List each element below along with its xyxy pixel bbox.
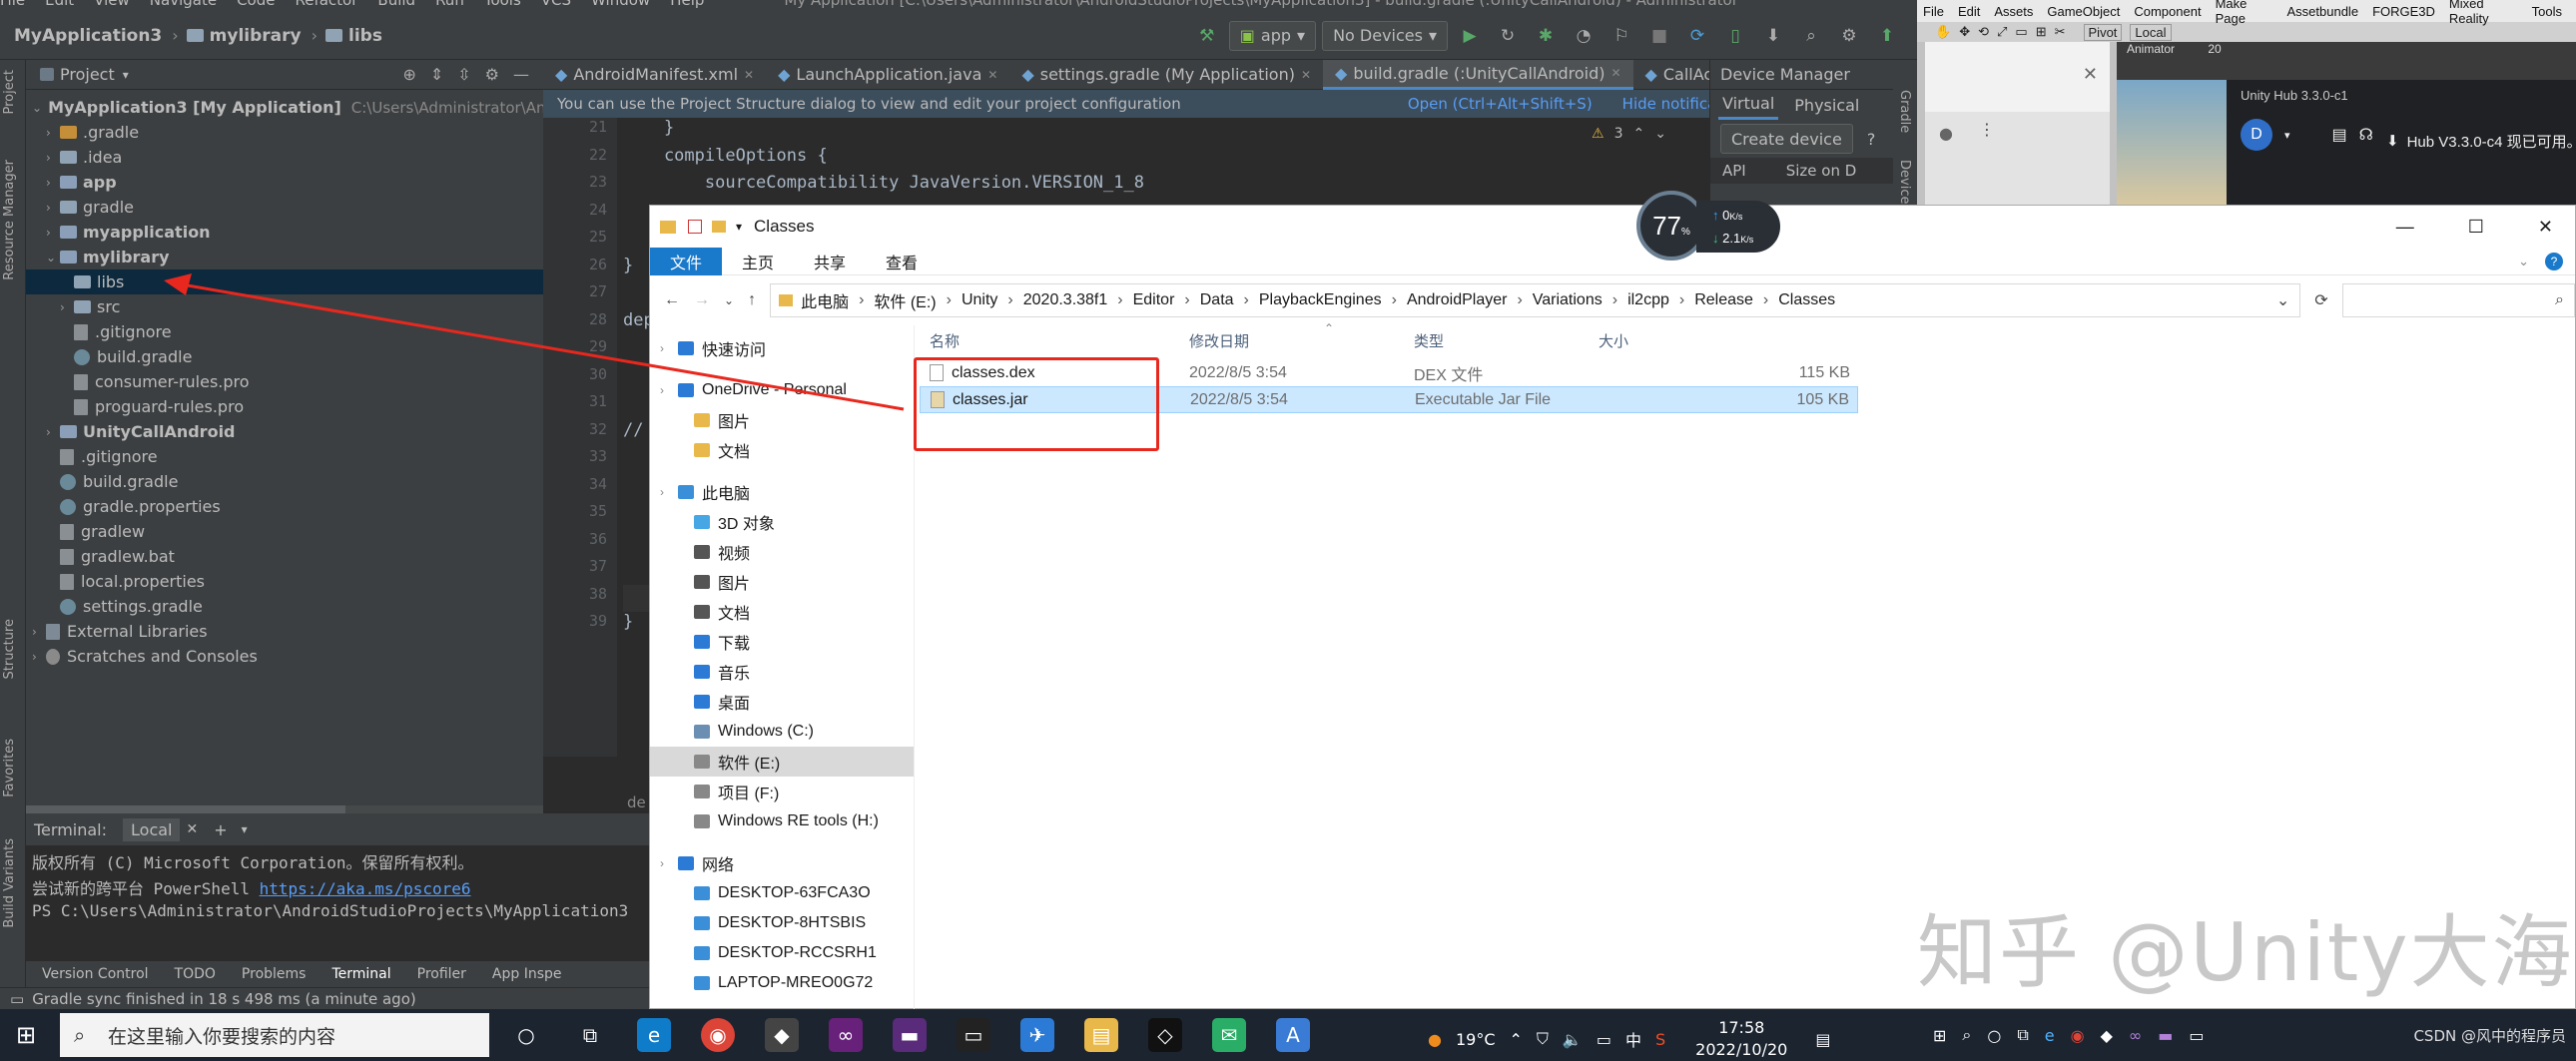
wechat-icon[interactable]: ✉ [1212,1018,1246,1052]
visual-studio-icon[interactable]: ∞ [2129,1026,2142,1045]
terminal-icon[interactable]: ▭ [2189,1026,2204,1045]
app-icon[interactable]: ▬ [893,1018,927,1052]
clock[interactable]: 17:58 2022/10/20 [1695,1017,1787,1061]
chrome-icon[interactable]: ◉ [701,1018,735,1052]
cortana-icon[interactable]: ○ [1987,1026,2001,1045]
second-taskbar: ⊞ ⌕ ○ ⧉ e ◉ ◆ ∞ ▬ ▭ CSDN @风中的程序员 [1917,1009,2576,1061]
volume-icon[interactable]: 🔈 [1563,1030,1583,1049]
battery-icon[interactable]: ▭ [1597,1030,1611,1049]
watermark: 知乎 @Unity大海 [1917,906,2574,999]
start-icon[interactable]: ⊞ [16,1021,36,1049]
search-icon: ⌕ [74,1023,86,1047]
weather-icon[interactable]: ● [1428,1030,1442,1049]
taskbar-apps: ○ ⧉ e ◉ ◆ ∞ ▬ ▭ ✈ ▤ ◇ ✉ A [494,1018,1325,1052]
unity-hub-icon[interactable]: ◇ [1148,1018,1182,1052]
tray-expand-icon[interactable]: ⌃ [1510,1030,1523,1049]
weather-temp[interactable]: 19°C [1456,1030,1496,1049]
visual-studio-icon[interactable]: ∞ [829,1018,863,1052]
search-icon[interactable]: ⌕ [1962,1025,1971,1045]
chrome-icon[interactable]: ◉ [2071,1026,2085,1045]
feishu-icon[interactable]: ✈ [1020,1018,1054,1052]
sogou-icon[interactable]: S [1655,1030,1665,1049]
csdn-label: CSDN @风中的程序员 [2413,1026,2566,1045]
unity-icon[interactable]: ◆ [765,1018,799,1052]
cortana-icon[interactable]: ○ [509,1018,543,1052]
android-studio-icon[interactable]: A [1276,1018,1310,1052]
task-view-icon[interactable]: ⧉ [573,1018,607,1052]
terminal-icon[interactable]: ▭ [957,1018,990,1052]
taskbar-search[interactable]: ⌕ 在这里输入你要搜索的内容 [60,1013,489,1057]
start-icon[interactable]: ⊞ [1933,1026,1946,1045]
notification-icon[interactable]: ▤ [1815,1030,1830,1049]
task-view-icon[interactable]: ⧉ [2017,1025,2028,1045]
ime-icon[interactable]: 中 [1625,1027,1641,1051]
edge-icon[interactable]: e [637,1018,671,1052]
unity-icon[interactable]: ◆ [2101,1026,2113,1045]
system-tray: ● 19°C ⌃ ⛉ 🔈 ▭ 中 S 17:58 2022/10/20 ▤ [1428,1017,1830,1061]
edge-icon[interactable]: e [2045,1026,2055,1045]
file-explorer-icon[interactable]: ▤ [1084,1018,1118,1052]
app-icon[interactable]: ▬ [2158,1026,2173,1045]
taskbar: ⊞ ⌕ 在这里输入你要搜索的内容 ○ ⧉ e ◉ ◆ ∞ ▬ ▭ ✈ ▤ ◇ ✉… [0,1009,2576,1061]
shield-icon[interactable]: ⛉ [1537,1029,1549,1049]
